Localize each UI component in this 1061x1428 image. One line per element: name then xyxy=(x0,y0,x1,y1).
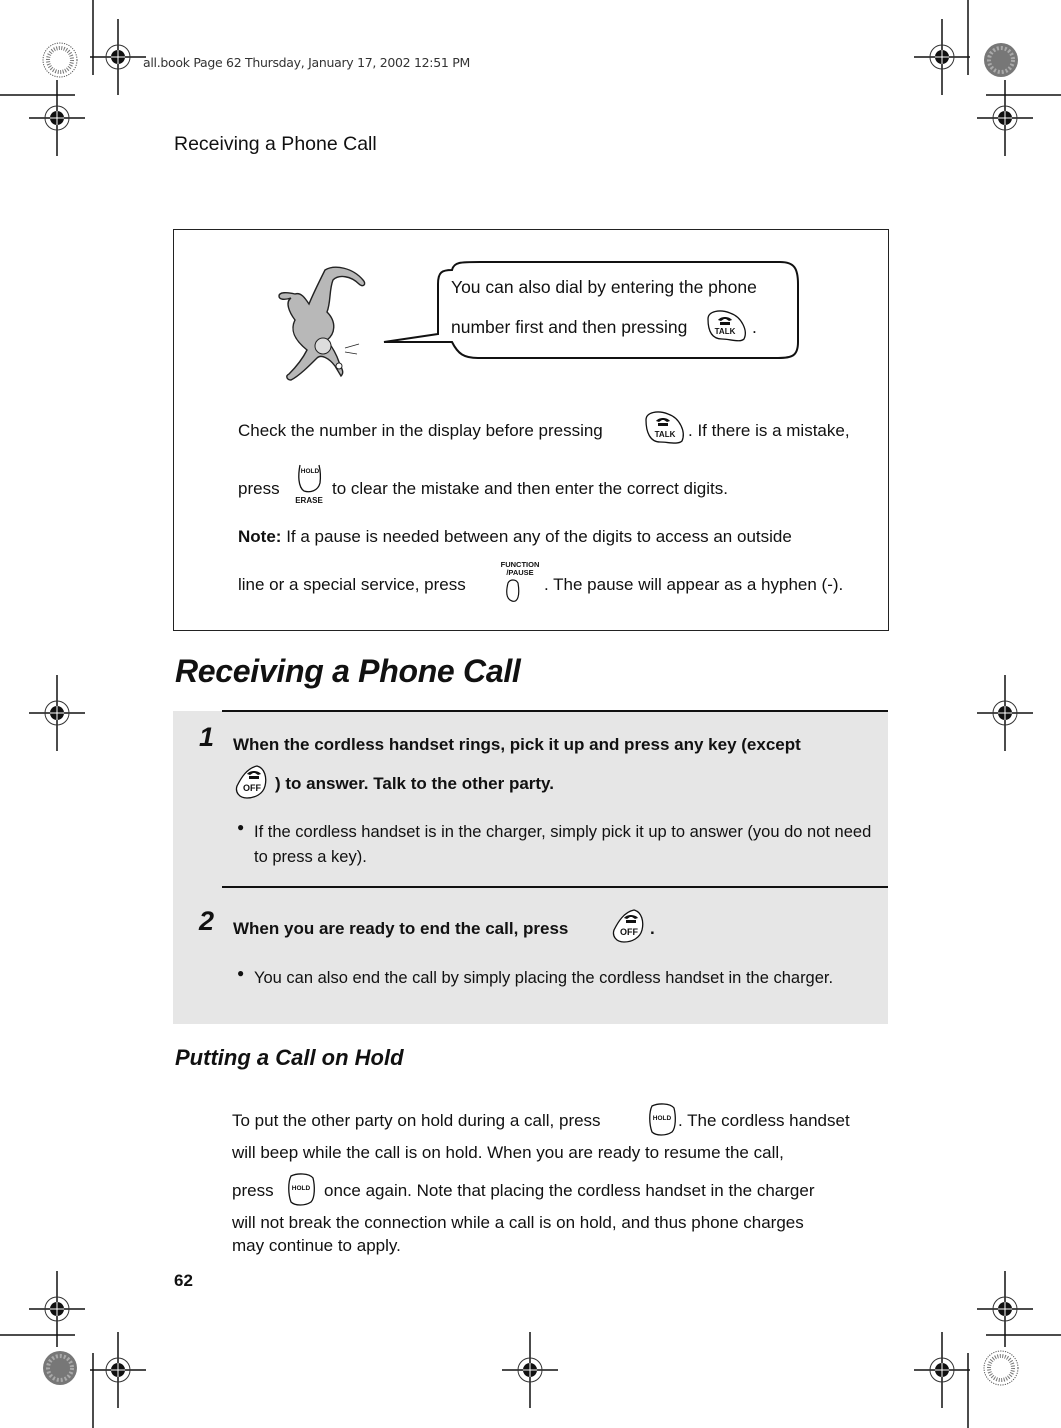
svg-text:OFF: OFF xyxy=(620,927,638,937)
target-mark xyxy=(28,79,86,157)
tip-para-line-1-post: . If there is a mistake, xyxy=(688,421,850,440)
step-1-line-2: ) to answer. Talk to the other party. xyxy=(275,774,554,793)
target-mark xyxy=(976,79,1034,157)
step-number: 1 xyxy=(199,722,215,752)
section-title: Receiving a Phone Call xyxy=(175,653,521,689)
tip-note-line-2-post: . The pause will appear as a hyphen (-). xyxy=(544,575,844,594)
target-mark xyxy=(913,1331,971,1409)
svg-text:TALK: TALK xyxy=(655,430,676,439)
hold-line-1-post: . The cordless handset xyxy=(678,1111,850,1130)
note-label: Note: xyxy=(238,527,282,546)
svg-text:HOLD: HOLD xyxy=(653,1115,672,1122)
tip-para-line-1-pre: Check the number in the display before p… xyxy=(238,421,603,440)
bubble-line-2: number first and then pressing xyxy=(451,317,687,338)
hold-line-5: may continue to apply. xyxy=(232,1236,401,1255)
step-2-line-1-pre: When you are ready to end the call, pres… xyxy=(233,919,569,938)
talk-key-icon: TALK xyxy=(642,410,690,446)
tip-note-line-2-pre: line or a special service, press xyxy=(238,575,466,594)
step-number: 2 xyxy=(199,906,215,936)
hold-erase-key-icon: HOLD ERASE xyxy=(290,461,330,505)
target-mark xyxy=(28,674,86,752)
step-divider xyxy=(222,886,888,888)
page-number: 62 xyxy=(174,1271,193,1290)
bubble-line-2-text: number first and then pressing xyxy=(451,317,688,337)
bullet-icon: ● xyxy=(237,820,245,834)
svg-text:HOLD: HOLD xyxy=(292,1185,311,1192)
bubble-line-1: You can also dial by entering the phone xyxy=(451,277,757,297)
target-mark xyxy=(28,1270,86,1348)
tip-para-line-2-pre: press xyxy=(238,479,280,498)
hold-key-icon: HOLD xyxy=(646,1102,678,1136)
talk-key-icon: TALK xyxy=(702,309,750,343)
step-divider xyxy=(222,710,888,712)
target-mark xyxy=(501,1331,559,1409)
svg-text:/PAUSE: /PAUSE xyxy=(506,568,533,577)
target-mark xyxy=(89,1331,147,1409)
print-slug: all.book Page 62 Thursday, January 17, 2… xyxy=(143,55,470,70)
subsection-title: Putting a Call on Hold xyxy=(175,1045,404,1070)
bubble-period: . xyxy=(752,317,757,337)
hold-key-icon: HOLD xyxy=(285,1172,317,1206)
svg-text:HOLD: HOLD xyxy=(301,468,320,475)
hold-line-2: will beep while the call is on hold. Whe… xyxy=(232,1143,784,1162)
step-1-line-1: When the cordless handset rings, pick it… xyxy=(233,735,801,754)
step-2-line-1-post: . xyxy=(650,919,655,938)
hold-line-3-post: once again. Note that placing the cordle… xyxy=(324,1181,815,1200)
hold-line-3-pre: press xyxy=(232,1181,274,1200)
note-text: If a pause is needed between any of the … xyxy=(286,527,792,546)
function-pause-key-icon: FUNCTION /PAUSE xyxy=(496,559,544,603)
svg-text:ERASE: ERASE xyxy=(295,496,323,505)
tip-para-line-2-post: to clear the mistake and then enter the … xyxy=(332,479,728,498)
bullet-icon: ● xyxy=(237,966,245,980)
off-key-icon: OFF xyxy=(233,764,269,800)
cat-mascot-illustration xyxy=(278,266,366,381)
step-2-bullet: You can also end the call by simply plac… xyxy=(254,969,834,987)
hold-line-4: will not break the connection while a ca… xyxy=(232,1213,804,1232)
target-mark xyxy=(89,18,147,96)
svg-text:OFF: OFF xyxy=(243,783,261,793)
tip-note-line-1: Note: If a pause is needed between any o… xyxy=(238,528,792,545)
target-mark xyxy=(913,18,971,96)
svg-text:TALK: TALK xyxy=(715,327,736,336)
off-key-icon: OFF xyxy=(610,908,646,944)
running-header: Receiving a Phone Call xyxy=(174,133,377,155)
hold-line-1-pre: To put the other party on hold during a … xyxy=(232,1111,601,1130)
target-mark xyxy=(976,674,1034,752)
target-mark xyxy=(976,1270,1034,1348)
step-1-bullet: If the cordless handset is in the charge… xyxy=(254,823,872,866)
